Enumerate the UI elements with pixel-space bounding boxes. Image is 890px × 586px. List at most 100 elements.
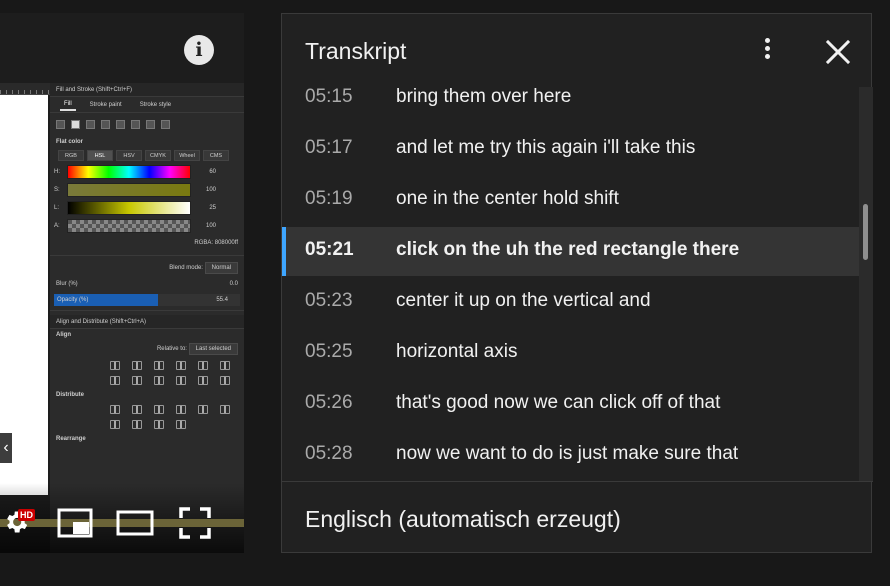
- distribute-icon: [110, 405, 120, 414]
- align-icon: [198, 361, 208, 370]
- lightness-slider: L: 25: [50, 199, 244, 217]
- miniplayer-icon: [57, 508, 93, 538]
- transcript-segment[interactable]: 05:17 and let me try this again i'll tak…: [282, 125, 859, 174]
- info-icon: i: [195, 39, 203, 61]
- segment-timestamp: 05:28: [305, 443, 353, 464]
- transcript-segment[interactable]: 05:19 one in the center hold shift: [282, 176, 859, 225]
- segment-timestamp: 05:17: [305, 137, 353, 158]
- segment-timestamp: 05:15: [305, 87, 353, 107]
- transcript-segment[interactable]: 05:26 that's good now we can click off o…: [282, 380, 859, 429]
- miniplayer-button[interactable]: [57, 508, 93, 538]
- distribute-icon: [220, 405, 230, 414]
- distribute-label: Distribute: [56, 392, 85, 398]
- align-icon: [176, 376, 186, 385]
- transcript-segment[interactable]: 05:28 now we want to do is just make sur…: [282, 431, 859, 480]
- fill-stroke-panel-title: Fill and Stroke (Shift+Ctrl+F): [50, 83, 244, 97]
- transcript-segment[interactable]: 05:25 horizontal axis: [282, 329, 859, 378]
- divider: [50, 310, 244, 311]
- align-label: Align: [56, 332, 71, 338]
- paint-none-icon: [56, 120, 65, 129]
- more-vert-icon: [755, 38, 779, 59]
- transcript-list[interactable]: 05:15 bring them over here 05:17 and let…: [282, 87, 859, 481]
- paint-swatch-icon: [146, 120, 155, 129]
- mode-hsl: HSL: [87, 150, 113, 161]
- more-options-button[interactable]: [755, 36, 779, 66]
- opacity-label: Opacity (%): [57, 297, 89, 303]
- language-label: Englisch (automatisch erzeugt): [305, 506, 621, 532]
- blur-row: Blur (%) 0.0: [50, 276, 244, 292]
- transcript-scrollbar[interactable]: [859, 87, 873, 481]
- alpha-bar: [67, 219, 191, 233]
- align-icon: [154, 376, 164, 385]
- distribute-icon: [176, 420, 186, 429]
- alpha-value: 100: [205, 223, 216, 229]
- align-panel-title: Align and Distribute (Shift+Ctrl+A): [50, 315, 244, 329]
- blend-mode-dropdown: Normal: [204, 262, 238, 274]
- saturation-slider: S: 100: [50, 181, 244, 199]
- align-icon: [220, 376, 230, 385]
- align-icon: [198, 376, 208, 385]
- rearrange-label: Rearrange: [56, 436, 86, 442]
- language-selector[interactable]: Englisch (automatisch erzeugt): [282, 481, 873, 553]
- fullscreen-button[interactable]: [178, 506, 212, 540]
- lightness-bar: [67, 201, 191, 215]
- hd-badge: HD: [18, 509, 35, 521]
- theater-mode-button[interactable]: [116, 510, 154, 536]
- fill-stroke-tabs: Fill Stroke paint Stroke style: [50, 97, 244, 113]
- paint-flat-icon: [71, 120, 80, 129]
- hue-label: H:: [54, 169, 60, 175]
- video-player[interactable]: Fill and Stroke (Shift+Ctrl+F) Fill Stro…: [0, 13, 244, 553]
- hue-value: 60: [209, 169, 216, 175]
- segment-text: now we want to do is just make sure that: [396, 443, 739, 464]
- segment-timestamp: 05:19: [305, 188, 353, 209]
- paint-linear-icon: [86, 120, 95, 129]
- segment-timestamp: 05:26: [305, 392, 353, 413]
- segment-text: that's good now we can click off of that: [396, 392, 721, 413]
- align-buttons: [50, 357, 244, 389]
- relative-to-row: Relative to: Last selected: [50, 341, 244, 357]
- mode-rgb: RGB: [58, 150, 84, 161]
- transcript-segment[interactable]: 05:15 bring them over here: [282, 87, 859, 123]
- relative-to-dropdown: Last selected: [188, 343, 238, 355]
- alpha-slider: A: 100: [50, 217, 244, 235]
- align-icon: [110, 376, 120, 385]
- theater-mode-icon: [116, 510, 154, 536]
- transcript-header: Transkript: [282, 14, 871, 87]
- blur-label: Blur (%): [56, 281, 78, 287]
- paint-pattern-icon: [131, 120, 140, 129]
- paint-radial-icon: [101, 120, 110, 129]
- hue-slider: H: 60: [50, 163, 244, 181]
- divider: [50, 255, 244, 256]
- opacity-slider: Opacity (%) 55.4: [54, 294, 240, 306]
- color-mode-tabs: RGB HSL HSV CMYK Wheel CMS: [50, 148, 244, 163]
- relative-to-label: Relative to:: [156, 346, 187, 352]
- chevron-left-icon: ‹: [3, 439, 9, 456]
- close-button[interactable]: [822, 36, 854, 68]
- align-icon: [154, 361, 164, 370]
- distribute-icon: [110, 420, 120, 429]
- saturation-bar: [67, 183, 191, 197]
- blend-mode-label: Blend mode:: [169, 265, 203, 271]
- rgba-row: RGBA: 808000ff: [50, 235, 244, 251]
- blur-value: 0.0: [229, 281, 238, 287]
- scrollbar-thumb[interactable]: [863, 204, 868, 260]
- saturation-value: 100: [205, 187, 216, 193]
- info-button[interactable]: i: [184, 35, 214, 65]
- paint-type-buttons: [50, 113, 244, 136]
- transcript-segment-active[interactable]: 05:21 click on the uh the red rectangle …: [282, 227, 859, 276]
- alpha-label: A:: [54, 223, 60, 229]
- distribute-icon: [198, 405, 208, 414]
- mode-cmyk: CMYK: [145, 150, 171, 161]
- segment-text: bring them over here: [396, 87, 572, 107]
- transcript-segment[interactable]: 05:23 center it up on the vertical and: [282, 278, 859, 327]
- tab-stroke-style: Stroke style: [139, 101, 172, 108]
- distribute-icon: [176, 405, 186, 414]
- paint-mesh-icon: [116, 120, 125, 129]
- tab-fill: Fill: [60, 99, 76, 111]
- align-icon: [220, 361, 230, 370]
- previous-button[interactable]: ‹: [0, 433, 12, 463]
- distribute-icon: [154, 405, 164, 414]
- segment-timestamp: 05:21: [305, 239, 354, 260]
- distribute-buttons: [50, 401, 244, 433]
- transcript-title: Transkript: [305, 38, 407, 64]
